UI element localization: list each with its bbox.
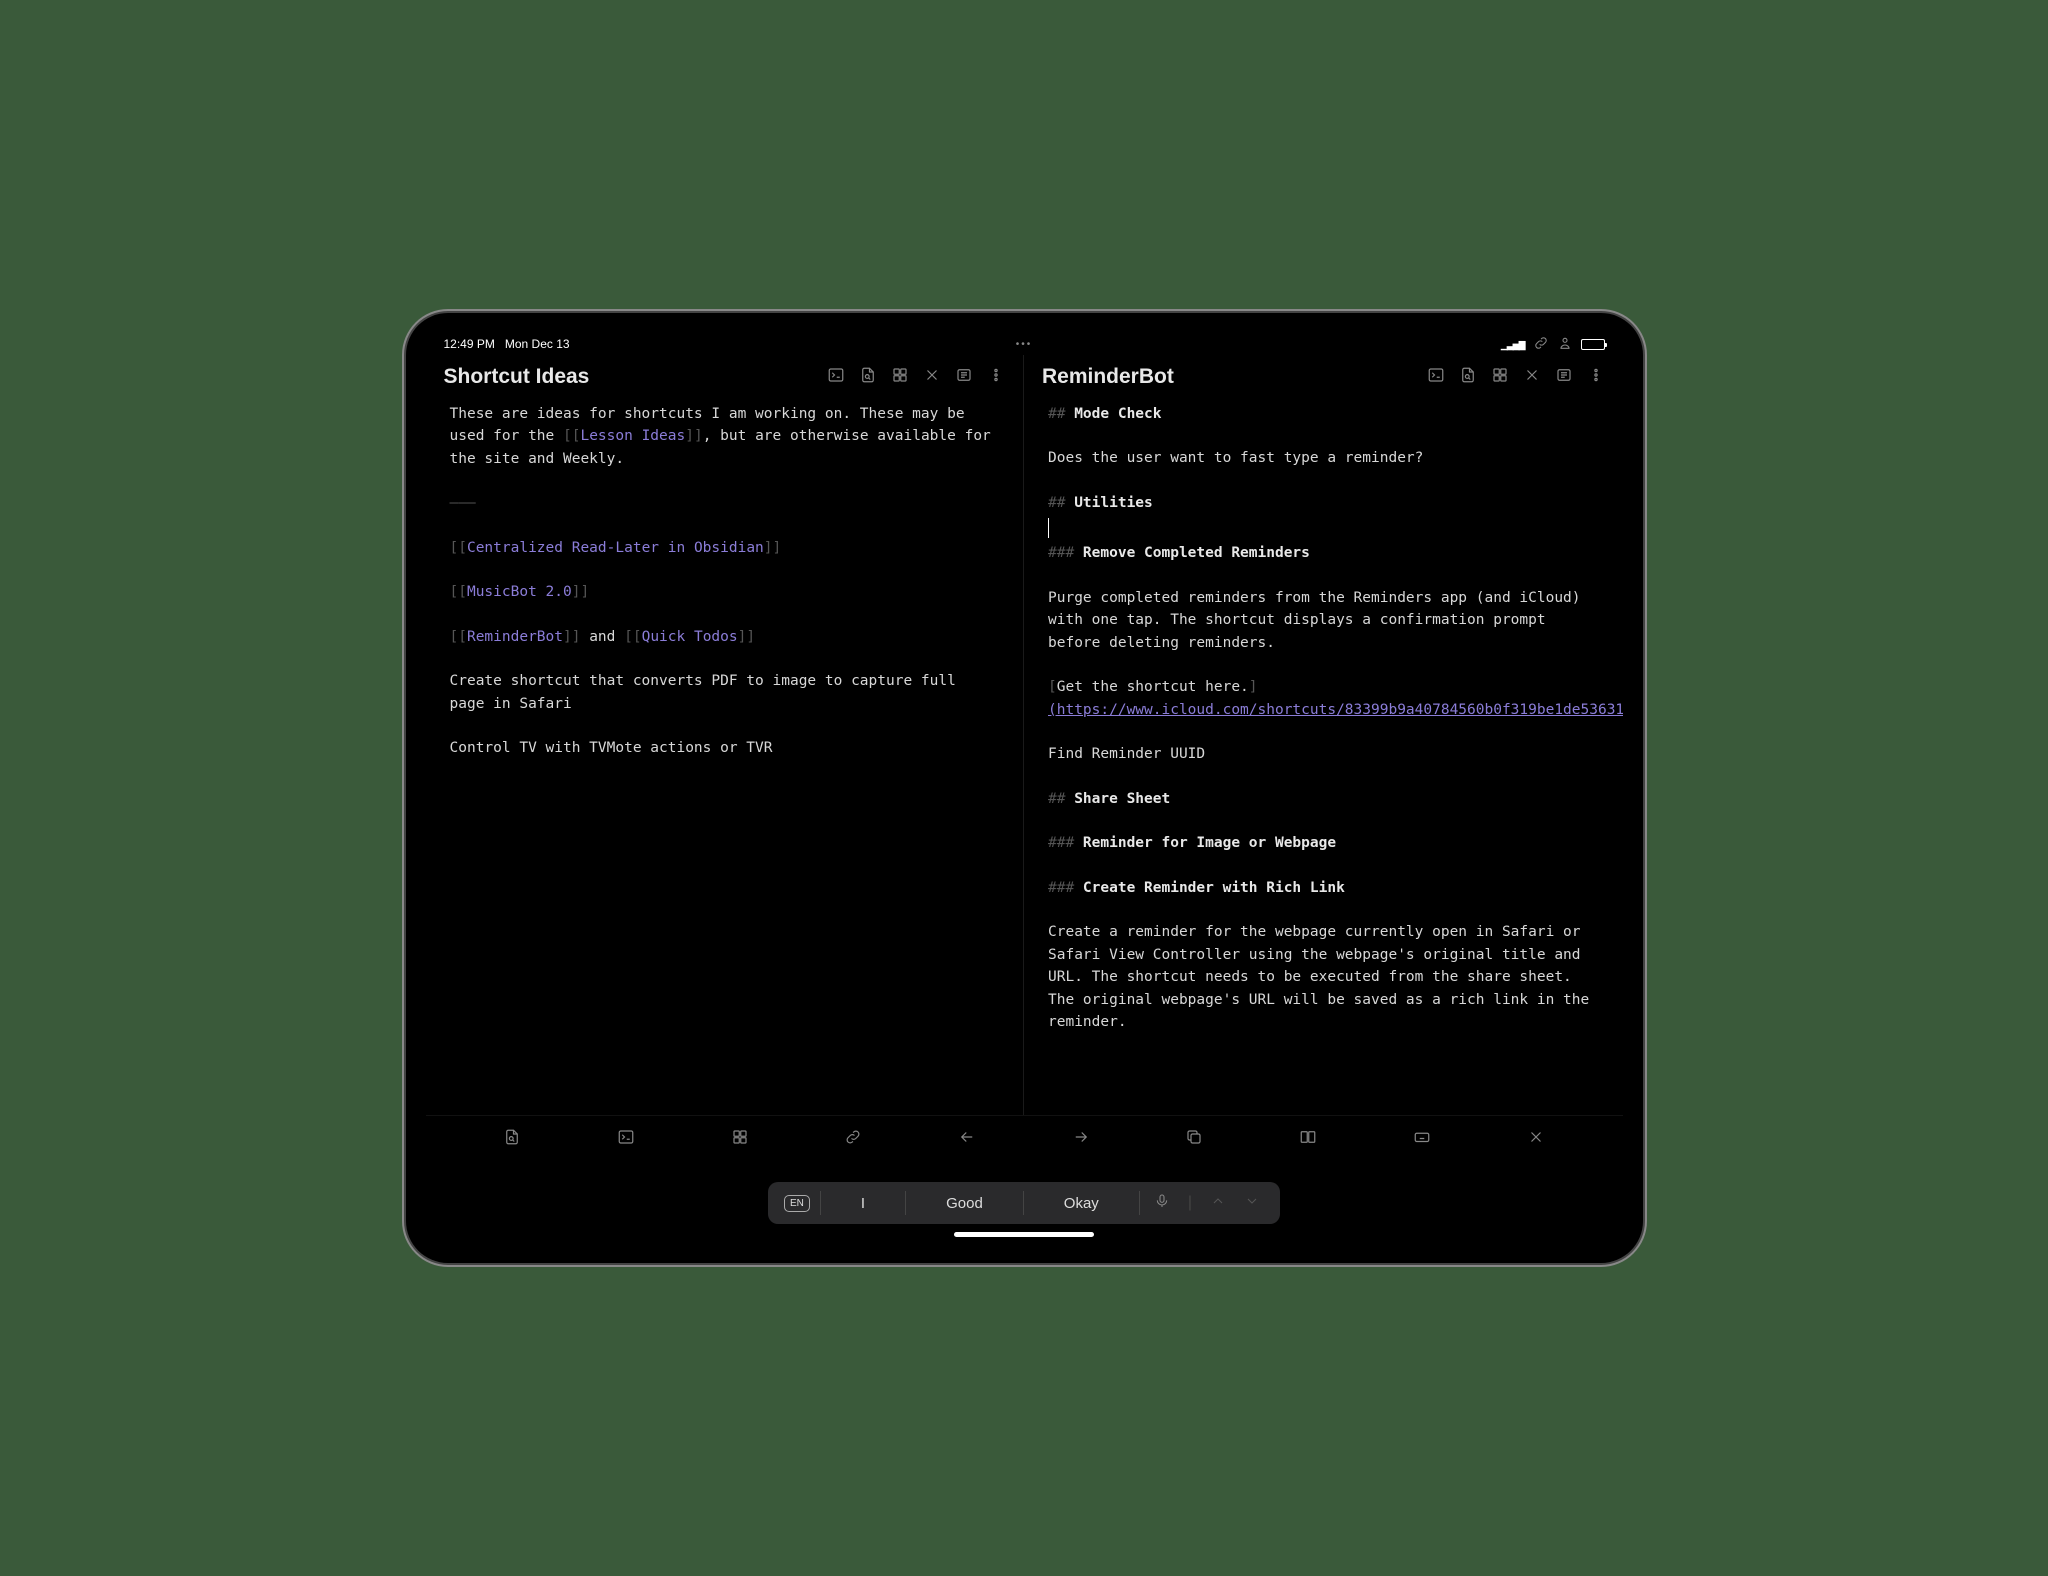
status-bar: 12:49 PM Mon Dec 13 •••: [426, 333, 1623, 355]
suggestion-3[interactable]: Okay: [1023, 1191, 1139, 1215]
forward-icon[interactable]: [1061, 1128, 1101, 1151]
keyboard-lang-button[interactable]: EN: [784, 1195, 810, 1212]
more-icon[interactable]: [987, 366, 1005, 389]
status-time: 12:49 PM: [444, 337, 495, 351]
list-icon[interactable]: [955, 366, 973, 389]
right-pane: ReminderBot ## Mode Check Does the user …: [1024, 355, 1623, 1115]
bottom-toolbar: [426, 1115, 1623, 1163]
close-icon[interactable]: [1516, 1128, 1556, 1151]
mic-icon[interactable]: [1154, 1193, 1170, 1214]
home-indicator[interactable]: [954, 1232, 1094, 1237]
cell-signal-icon: [1501, 337, 1525, 351]
right-editor[interactable]: ## Mode Check Does the user want to fast…: [1024, 403, 1623, 1115]
copy-icon[interactable]: [1174, 1128, 1214, 1151]
suggestion-2[interactable]: Good: [905, 1191, 1023, 1215]
suggestion-1[interactable]: I: [820, 1191, 905, 1215]
close-icon[interactable]: [923, 366, 941, 389]
chevron-up-icon[interactable]: [1210, 1193, 1226, 1214]
right-pane-title: ReminderBot: [1042, 365, 1174, 389]
keyboard-suggestion-bar: EN I Good Okay |: [426, 1163, 1623, 1243]
close-icon[interactable]: [1523, 366, 1541, 389]
grid-icon[interactable]: [1491, 366, 1509, 389]
ipad-frame: 12:49 PM Mon Dec 13 ••• Shortcut Ideas: [406, 313, 1643, 1263]
chevron-down-icon[interactable]: [1244, 1193, 1260, 1214]
grid-icon[interactable]: [891, 366, 909, 389]
more-icon[interactable]: [1587, 366, 1605, 389]
left-pane-title: Shortcut Ideas: [444, 365, 590, 389]
terminal-icon[interactable]: [1427, 366, 1445, 389]
list-icon[interactable]: [1555, 366, 1573, 389]
grid-icon[interactable]: [720, 1128, 760, 1151]
file-search-icon[interactable]: [492, 1128, 532, 1151]
multitasking-dots[interactable]: •••: [1016, 339, 1033, 350]
link-icon[interactable]: [833, 1128, 873, 1151]
left-pane: Shortcut Ideas These are ideas for short…: [426, 355, 1025, 1115]
battery-icon: [1581, 339, 1605, 350]
terminal-icon[interactable]: [827, 366, 845, 389]
link-icon: [1533, 335, 1549, 354]
split-icon[interactable]: [1288, 1128, 1328, 1151]
person-icon: [1557, 335, 1573, 354]
back-icon[interactable]: [947, 1128, 987, 1151]
screen: 12:49 PM Mon Dec 13 ••• Shortcut Ideas: [426, 333, 1623, 1243]
left-editor[interactable]: These are ideas for shortcuts I am worki…: [426, 403, 1024, 1115]
file-search-icon[interactable]: [859, 366, 877, 389]
keyboard-icon[interactable]: [1402, 1128, 1442, 1151]
terminal-icon[interactable]: [606, 1128, 646, 1151]
file-search-icon[interactable]: [1459, 366, 1477, 389]
status-date: Mon Dec 13: [505, 337, 570, 351]
